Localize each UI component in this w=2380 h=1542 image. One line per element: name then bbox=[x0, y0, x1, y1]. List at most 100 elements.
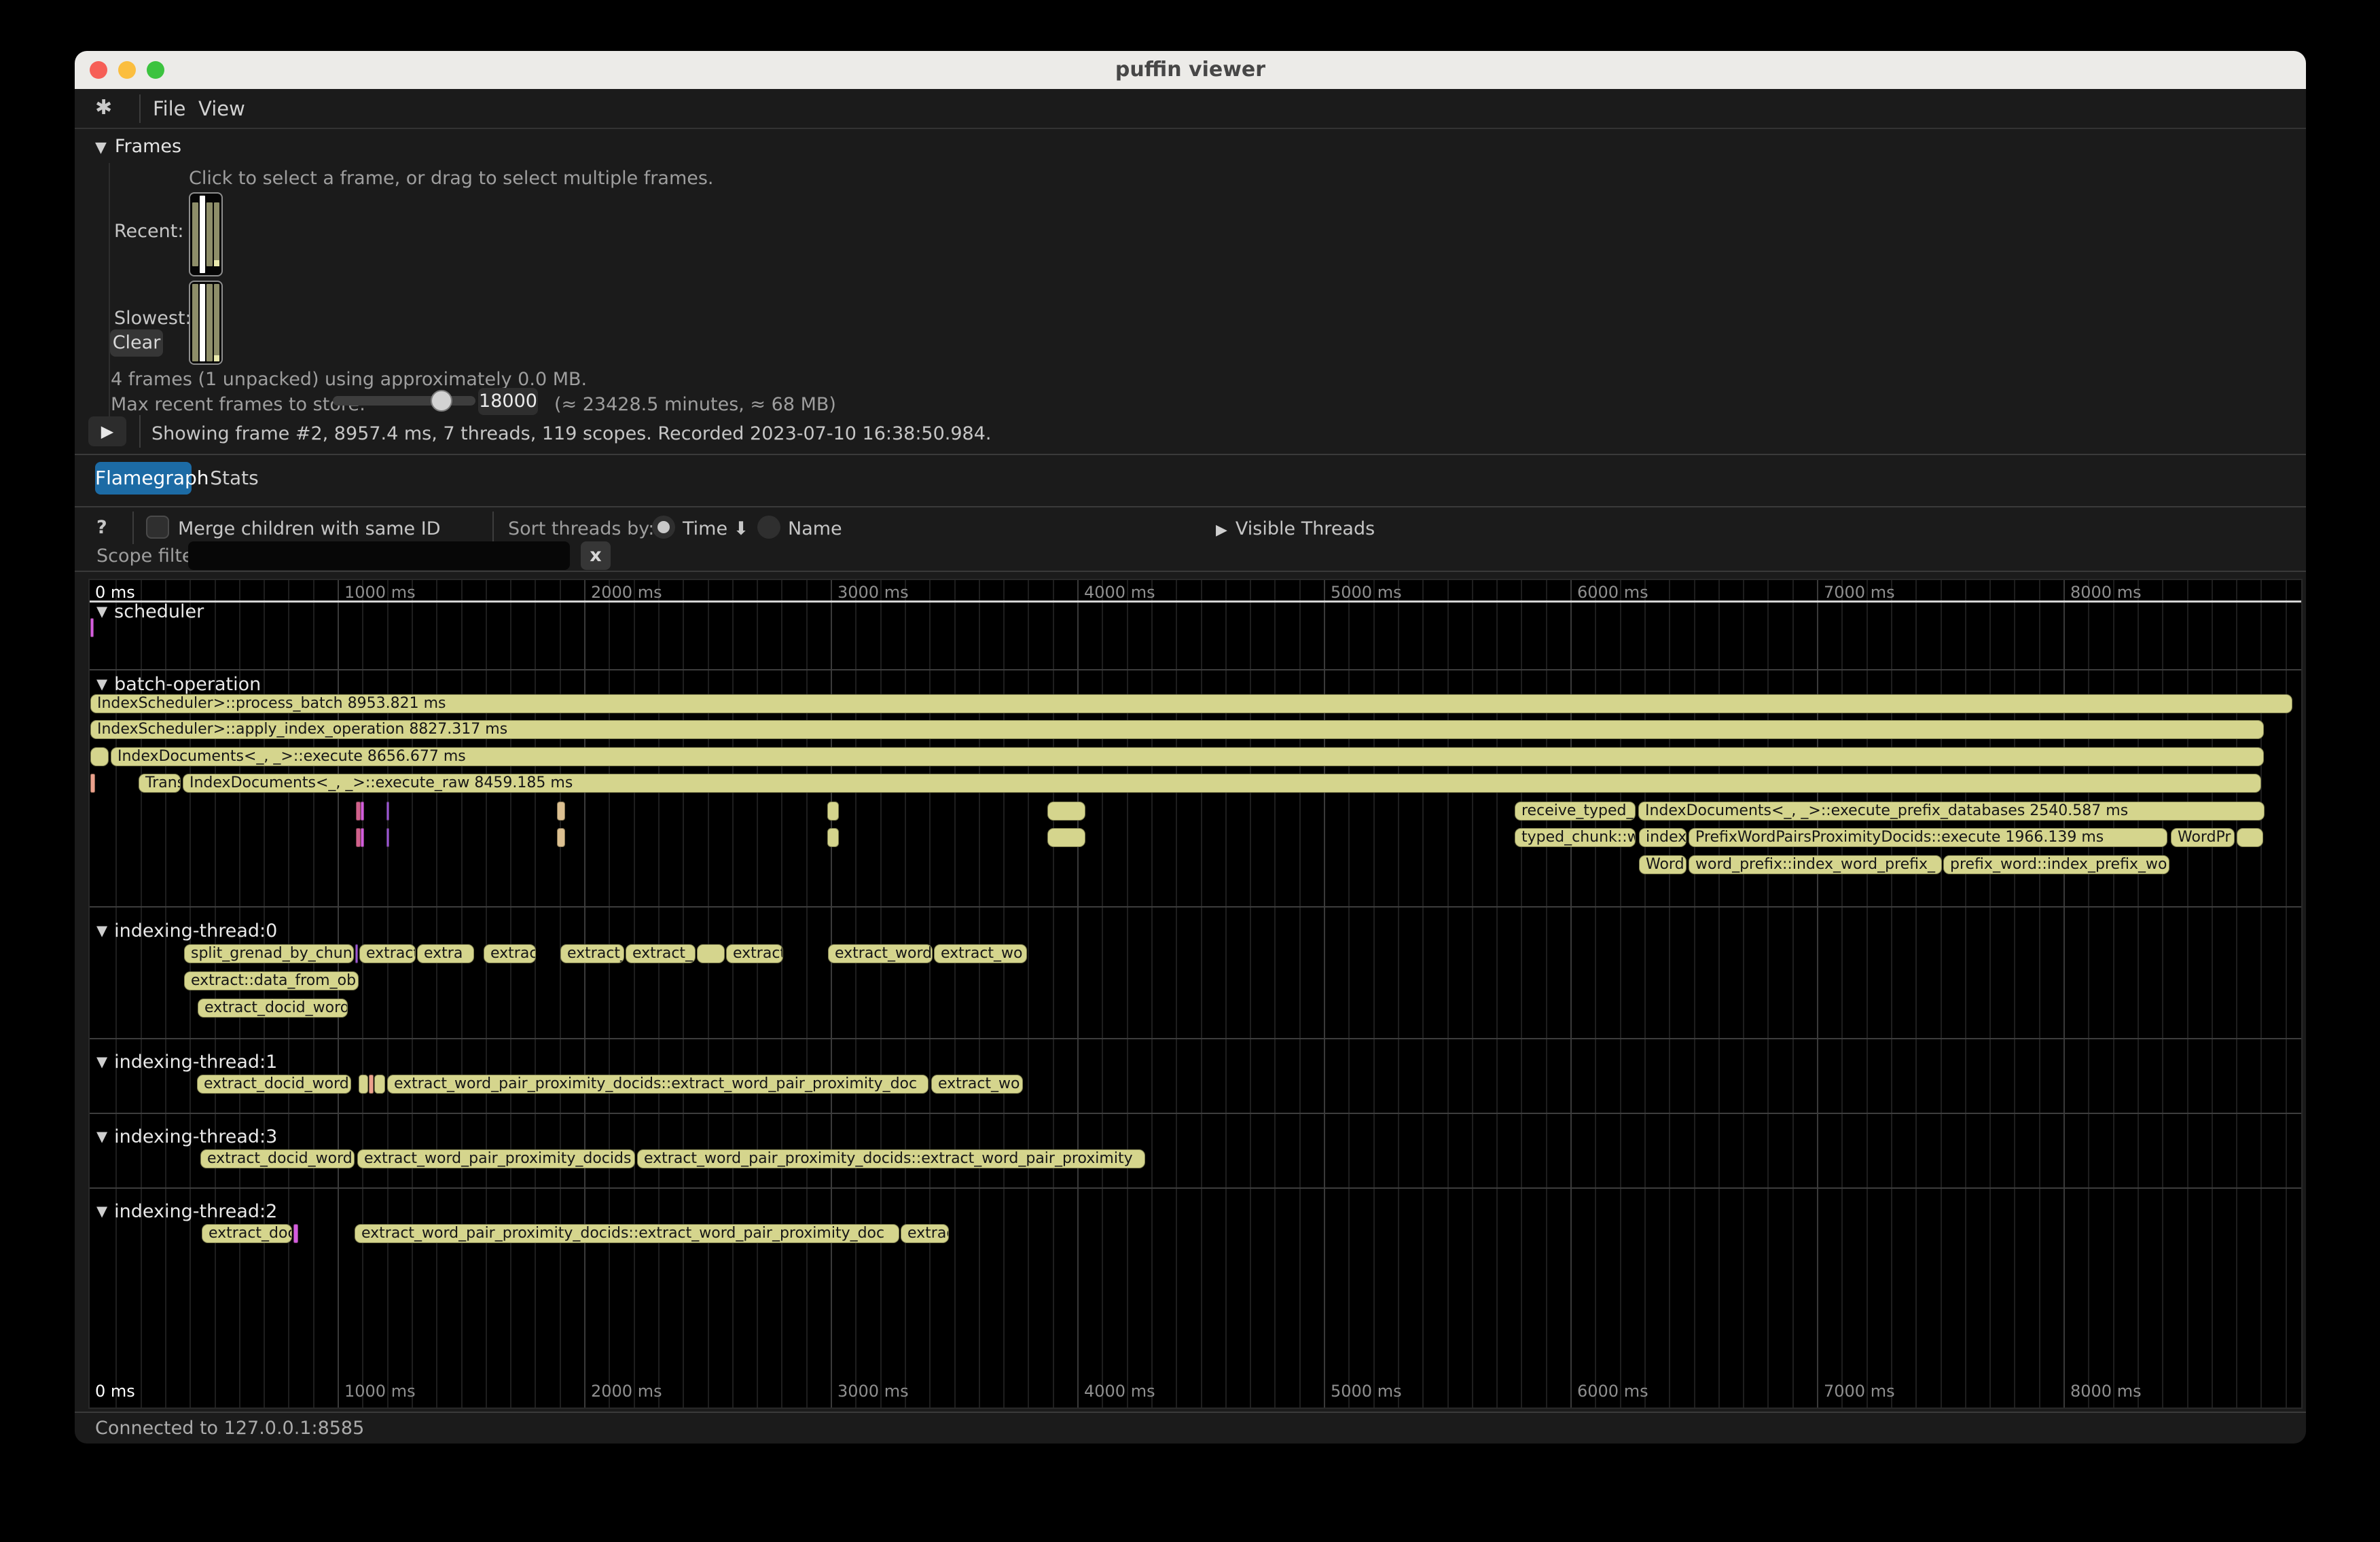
scope-bar[interactable] bbox=[827, 802, 839, 821]
merge-children-label[interactable]: Merge children with same ID bbox=[178, 518, 441, 539]
scope-bar[interactable] bbox=[356, 802, 361, 821]
axis-tick-label: 0 ms bbox=[95, 583, 135, 602]
slider-knob[interactable] bbox=[431, 390, 452, 412]
scope-bar[interactable]: extract bbox=[359, 944, 416, 963]
scope-bar[interactable]: extract bbox=[726, 944, 783, 963]
scope-bar[interactable] bbox=[361, 802, 364, 821]
scope-bar[interactable] bbox=[90, 774, 95, 793]
scope-bar[interactable] bbox=[369, 1075, 374, 1094]
scope-bar[interactable]: PrefixWordPairsProximityDocids::execute … bbox=[1689, 828, 2167, 847]
visible-threads-toggle[interactable]: ▶Visible Threads bbox=[1216, 518, 1375, 539]
max-frames-slider[interactable] bbox=[333, 396, 475, 406]
sort-time-radio[interactable] bbox=[652, 516, 675, 539]
clear-button[interactable]: Clear bbox=[110, 329, 163, 357]
scope-bar[interactable] bbox=[90, 618, 94, 637]
frame-bar[interactable] bbox=[206, 284, 213, 361]
frames-summary: 4 frames (1 unpacked) using approximatel… bbox=[111, 369, 587, 390]
scope-bar[interactable]: extract_wo bbox=[934, 944, 1027, 963]
thread-group-label[interactable]: ▼scheduler bbox=[96, 601, 204, 622]
scope-bar[interactable] bbox=[361, 828, 364, 847]
scope-bar[interactable]: IndexDocuments<_, _>::execute_prefix_dat… bbox=[1638, 802, 2265, 821]
scope-bar[interactable]: extract_docid_word bbox=[200, 1149, 355, 1168]
sort-name-radio[interactable] bbox=[757, 516, 780, 539]
scope-bar[interactable]: extract_docid_word bbox=[198, 999, 348, 1018]
thread-group-label[interactable]: ▼batch-operation bbox=[96, 674, 261, 695]
frame-bar-selected[interactable] bbox=[200, 284, 206, 361]
menu-view[interactable]: View bbox=[198, 97, 245, 120]
max-frames-value[interactable]: 18000 bbox=[478, 388, 538, 415]
scope-bar[interactable] bbox=[827, 828, 839, 847]
scope-bar[interactable]: extract_word_pair_proximity_docids::extr… bbox=[637, 1149, 1145, 1168]
scope-bar[interactable]: Trans bbox=[139, 774, 181, 793]
scope-bar[interactable]: extract_word_pair_proximity_docids bbox=[357, 1149, 635, 1168]
scope-bar[interactable]: IndexDocuments<_, _>::execute 8656.677 m… bbox=[111, 747, 2264, 766]
scope-bar[interactable]: extract_wo bbox=[931, 1075, 1023, 1094]
scope-bar[interactable] bbox=[557, 828, 565, 847]
scope-bar[interactable]: extract_docid_word bbox=[197, 1075, 351, 1094]
scope-bar[interactable] bbox=[386, 802, 389, 821]
help-button[interactable]: ? bbox=[96, 517, 107, 538]
sort-time-label[interactable]: Time ⬇ bbox=[683, 518, 749, 539]
scope-bar[interactable]: extrac bbox=[484, 944, 536, 963]
scope-bar[interactable] bbox=[1047, 802, 1085, 821]
scope-filter-input[interactable] bbox=[188, 541, 570, 570]
theme-toggle-icon[interactable]: ✱ bbox=[95, 96, 112, 120]
scope-bar[interactable]: extract_ bbox=[560, 944, 624, 963]
thread-group-label[interactable]: ▼indexing-thread:1 bbox=[96, 1052, 277, 1073]
scope-bar[interactable]: word_prefix::index_word_prefix_ bbox=[1689, 855, 1942, 874]
scope-bar[interactable]: extract_word_pair_proximity_docids::extr… bbox=[387, 1075, 928, 1094]
axis-tick-label: 6000 ms bbox=[1577, 583, 1648, 602]
frame-bar[interactable] bbox=[206, 202, 213, 266]
frame-bar[interactable] bbox=[192, 202, 198, 266]
scope-bar[interactable] bbox=[1047, 828, 1085, 847]
scope-bar[interactable]: index bbox=[1639, 828, 1687, 847]
scope-bar[interactable] bbox=[557, 802, 565, 821]
scope-bar[interactable]: WordPr bbox=[2171, 828, 2235, 847]
thread-group-label[interactable]: ▼indexing-thread:0 bbox=[96, 920, 277, 942]
tab-flamegraph[interactable]: Flamegraph bbox=[95, 462, 192, 495]
scope-bar[interactable]: extract::data_from_ob bbox=[184, 971, 359, 990]
scope-bar[interactable]: extract_word_pair_proximity_docids::extr… bbox=[355, 1224, 899, 1243]
frame-bar[interactable] bbox=[214, 202, 220, 266]
scope-bar[interactable]: IndexScheduler>::process_batch 8953.821 … bbox=[90, 694, 2292, 713]
scope-bar[interactable] bbox=[356, 828, 361, 847]
recent-frames-thumbnail[interactable] bbox=[189, 192, 223, 276]
menu-file[interactable]: File bbox=[153, 97, 186, 120]
frame-bar[interactable] bbox=[214, 284, 220, 361]
flamegraph-canvas[interactable]: 0 ms0 ms1000 ms1000 ms2000 ms2000 ms3000… bbox=[88, 579, 2303, 1409]
divider bbox=[75, 454, 2306, 455]
slowest-frames-thumbnail[interactable] bbox=[189, 281, 223, 365]
scope-bar[interactable]: extract_word bbox=[828, 944, 933, 963]
separator bbox=[132, 512, 134, 544]
clear-filter-button[interactable]: x bbox=[581, 541, 611, 570]
collapse-arrow-icon: ▶ bbox=[1216, 522, 1227, 539]
scope-bar[interactable] bbox=[374, 1075, 385, 1094]
scope-bar[interactable]: extract_doc bbox=[202, 1224, 292, 1243]
scope-bar[interactable]: IndexScheduler>::apply_index_operation 8… bbox=[90, 720, 2264, 739]
scope-bar[interactable]: split_grenad_by_chun bbox=[184, 944, 354, 963]
merge-children-checkbox[interactable] bbox=[146, 516, 169, 539]
frame-bar-selected[interactable] bbox=[200, 196, 206, 273]
scope-bar[interactable]: IndexDocuments<_, _>::execute_raw 8459.1… bbox=[183, 774, 2261, 793]
scope-bar[interactable]: extra bbox=[417, 944, 474, 963]
scope-bar[interactable] bbox=[293, 1224, 298, 1243]
sort-name-label[interactable]: Name bbox=[788, 518, 842, 539]
scope-bar[interactable] bbox=[386, 828, 389, 847]
scope-bar[interactable]: extract_ bbox=[626, 944, 696, 963]
scope-bar[interactable]: Word bbox=[1639, 855, 1687, 874]
play-button[interactable]: ▶ bbox=[88, 416, 126, 446]
thread-group-label[interactable]: ▼indexing-thread:3 bbox=[96, 1126, 277, 1147]
scope-bar[interactable]: receive_typed_ bbox=[1515, 802, 1636, 821]
thread-group-label[interactable]: ▼indexing-thread:2 bbox=[96, 1201, 277, 1222]
scope-bar[interactable]: prefix_word::index_prefix_wo bbox=[1943, 855, 2169, 874]
frame-bar[interactable] bbox=[192, 284, 198, 361]
scope-bar[interactable] bbox=[697, 944, 725, 963]
scope-bar[interactable] bbox=[2237, 828, 2263, 847]
scope-bar[interactable] bbox=[90, 747, 109, 766]
frames-header[interactable]: ▼Frames bbox=[95, 136, 181, 157]
tab-stats[interactable]: Stats bbox=[204, 462, 265, 495]
scope-bar[interactable] bbox=[355, 944, 358, 963]
scope-bar[interactable]: extrac bbox=[901, 1224, 949, 1243]
scope-bar[interactable] bbox=[359, 1075, 368, 1094]
scope-bar[interactable]: typed_chunk::w bbox=[1515, 828, 1636, 847]
